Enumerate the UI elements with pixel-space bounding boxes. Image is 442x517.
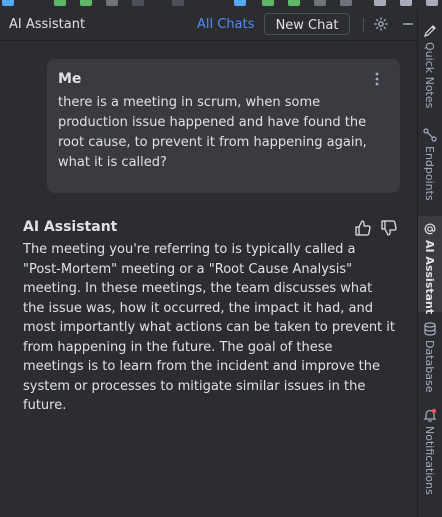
history-icon[interactable] xyxy=(314,0,326,6)
endpoints-icon xyxy=(423,128,437,142)
tab-label: Quick Notes xyxy=(423,42,436,109)
search-icon[interactable] xyxy=(374,0,386,6)
new-chat-button[interactable]: New Chat xyxy=(264,13,350,35)
pane-header: AI Assistant All Chats New Chat xyxy=(0,10,417,41)
message-text: The meeting you're referring to is typic… xyxy=(23,242,395,413)
tab-database[interactable]: Database xyxy=(418,318,442,400)
gear-icon[interactable] xyxy=(373,16,389,32)
vcs-update-icon[interactable] xyxy=(234,0,246,6)
message-text: there is a meeting in scrum, when some p… xyxy=(58,95,367,170)
header-divider xyxy=(363,18,364,32)
more-options-icon[interactable] xyxy=(371,71,383,87)
edit-icon xyxy=(424,25,436,37)
tab-endpoints[interactable]: Endpoints xyxy=(418,124,442,210)
user-message: Me there is a meeting in scrum, when som… xyxy=(47,59,400,193)
thumbs-up-icon[interactable] xyxy=(354,219,372,237)
toolbar-icon[interactable] xyxy=(2,0,14,6)
minimize-icon[interactable] xyxy=(400,16,416,32)
tab-label: Notifications xyxy=(423,426,436,495)
message-author: AI Assistant xyxy=(23,219,118,235)
account-icon[interactable] xyxy=(426,0,438,6)
tab-notifications[interactable]: Notifications xyxy=(418,404,442,516)
vcs-push-icon[interactable] xyxy=(288,0,300,6)
ai-assistant-pane: AI Assistant All Chats New Chat Me there… xyxy=(0,10,417,517)
bell-icon xyxy=(423,408,437,422)
settings-icon[interactable] xyxy=(400,0,412,6)
coverage-icon[interactable] xyxy=(132,0,144,6)
stop-icon[interactable] xyxy=(172,0,184,6)
run-icon[interactable] xyxy=(54,0,66,6)
tab-label: Endpoints xyxy=(423,146,436,201)
pane-title: AI Assistant xyxy=(9,17,86,32)
vcs-commit-icon[interactable] xyxy=(262,0,274,6)
tab-label: Database xyxy=(423,340,436,393)
message-author: Me xyxy=(58,71,82,87)
profile-icon[interactable] xyxy=(106,0,118,6)
tab-label: AI Assistant xyxy=(423,240,436,315)
assistant-message: AI Assistant The meeting you're referrin… xyxy=(0,207,417,413)
tab-quick-notes[interactable]: Quick Notes xyxy=(418,18,442,120)
debug-icon[interactable] xyxy=(80,0,92,6)
thumbs-down-icon[interactable] xyxy=(380,219,398,237)
right-tool-strip: Quick Notes Endpoints AI Assistant Datab… xyxy=(417,10,442,517)
rollback-icon[interactable] xyxy=(340,0,352,6)
tab-ai-assistant[interactable]: AI Assistant xyxy=(418,216,442,315)
at-icon xyxy=(424,223,436,235)
database-icon xyxy=(424,322,436,336)
all-chats-link[interactable]: All Chats xyxy=(197,17,254,32)
